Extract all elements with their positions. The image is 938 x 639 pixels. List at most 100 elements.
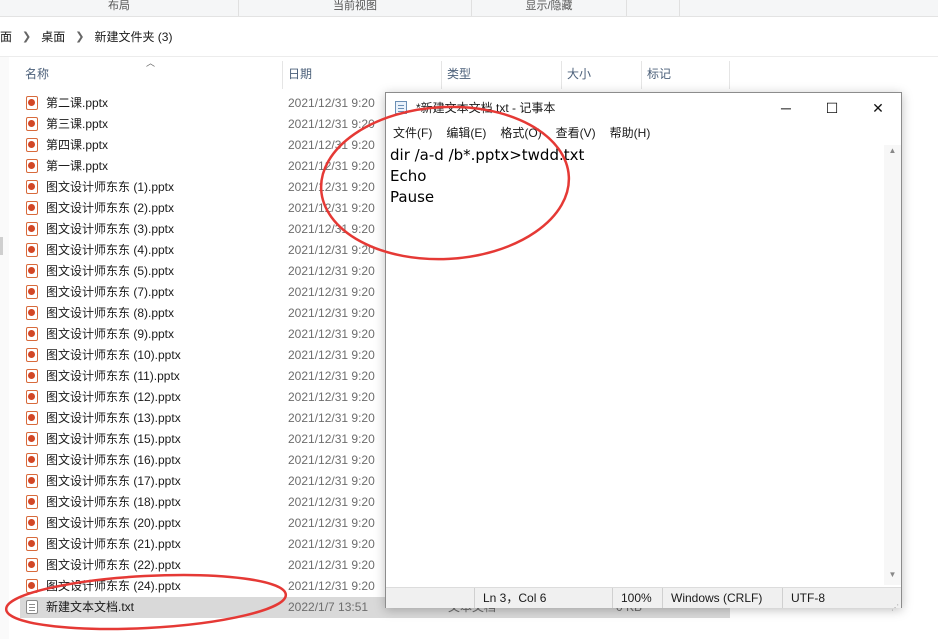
ribbon-group-current-view: 当前视图: [239, 0, 472, 16]
file-date: 2021/12/31 9:20: [288, 390, 375, 404]
file-name: 图文设计师东东 (21).pptx: [46, 537, 181, 551]
file-date: 2021/12/31 9:20: [288, 537, 375, 551]
powerpoint-file-icon: [26, 453, 38, 467]
file-date: 2021/12/31 9:20: [288, 264, 375, 278]
status-encoding: UTF-8: [782, 588, 901, 608]
file-name: 图文设计师东东 (8).pptx: [46, 306, 175, 320]
column-tags[interactable]: 标记: [642, 61, 730, 89]
powerpoint-file-icon: [26, 537, 38, 551]
powerpoint-file-icon: [26, 474, 38, 488]
breadcrumb-parent[interactable]: 面: [0, 28, 12, 45]
notepad-icon: [395, 101, 407, 114]
file-date: 2021/12/31 9:20: [288, 159, 375, 173]
file-date: 2021/12/31 9:20: [288, 432, 375, 446]
breadcrumb-desktop[interactable]: 桌面: [41, 28, 65, 45]
notepad-menu-bar: 文件(F) 编辑(E) 格式(O) 查看(V) 帮助(H): [386, 123, 901, 143]
powerpoint-file-icon: [26, 579, 38, 593]
file-name: 图文设计师东东 (1).pptx: [46, 180, 175, 194]
column-size[interactable]: 大小: [562, 61, 642, 89]
navigation-pane-marker: [0, 237, 3, 255]
notepad-status-bar: Ln 3，Col 6 100% Windows (CRLF) UTF-8 ⋰: [386, 587, 901, 612]
powerpoint-file-icon: [26, 138, 38, 152]
scroll-up-icon[interactable]: ▲: [884, 145, 901, 157]
status-cursor-position: Ln 3，Col 6: [474, 588, 612, 608]
resize-grip-icon[interactable]: ⋰: [891, 598, 899, 612]
file-date: 2021/12/31 9:20: [288, 306, 375, 320]
file-date: 2021/12/31 9:20: [288, 495, 375, 509]
file-date: 2021/12/31 9:20: [288, 453, 375, 467]
file-date: 2021/12/31 9:20: [288, 117, 375, 131]
ribbon-group-labels: 布局 当前视图 显示/隐藏: [0, 0, 938, 17]
minimize-button[interactable]: ─: [763, 93, 809, 123]
powerpoint-file-icon: [26, 432, 38, 446]
menu-edit[interactable]: 编辑(E): [439, 123, 493, 143]
file-name: 图文设计师东东 (17).pptx: [46, 474, 181, 488]
column-name[interactable]: 名称: [20, 61, 283, 89]
menu-format[interactable]: 格式(O): [493, 123, 548, 143]
powerpoint-file-icon: [26, 285, 38, 299]
menu-view[interactable]: 查看(V): [549, 123, 603, 143]
ribbon-group-show-hide: 显示/隐藏: [472, 0, 627, 16]
notepad-text-area[interactable]: dir /a-d /b*.pptx>twdd.txt Echo Pause: [390, 145, 884, 585]
chevron-right-icon[interactable]: ❯: [75, 30, 84, 43]
breadcrumb-current-folder[interactable]: 新建文件夹 (3): [94, 28, 172, 45]
column-type[interactable]: 类型: [442, 61, 562, 89]
powerpoint-file-icon: [26, 243, 38, 257]
file-name: 图文设计师东东 (13).pptx: [46, 411, 181, 425]
notepad-title-bar[interactable]: *新建文本文档.txt - 记事本 ─ ☐ ✕: [386, 93, 901, 123]
powerpoint-file-icon: [26, 117, 38, 131]
file-date: 2021/12/31 9:20: [288, 516, 375, 530]
file-date: 2021/12/31 9:20: [288, 285, 375, 299]
powerpoint-file-icon: [26, 390, 38, 404]
notepad-window: *新建文本文档.txt - 记事本 ─ ☐ ✕ 文件(F) 编辑(E) 格式(O…: [385, 92, 902, 612]
file-date: 2021/12/31 9:20: [288, 411, 375, 425]
chevron-right-icon[interactable]: ❯: [22, 30, 31, 43]
file-date: 2021/12/31 9:20: [288, 138, 375, 152]
file-name: 图文设计师东东 (9).pptx: [46, 327, 175, 341]
ribbon-group-extra: [627, 0, 680, 16]
scroll-down-icon[interactable]: ▼: [884, 569, 901, 581]
powerpoint-file-icon: [26, 411, 38, 425]
file-name: 新建文本文档.txt: [46, 600, 135, 614]
file-name: 图文设计师东东 (7).pptx: [46, 285, 175, 299]
file-name: 图文设计师东东 (5).pptx: [46, 264, 175, 278]
status-zoom: 100%: [612, 588, 662, 608]
powerpoint-file-icon: [26, 264, 38, 278]
file-name: 图文设计师东东 (3).pptx: [46, 222, 175, 236]
file-date: 2021/12/31 9:20: [288, 348, 375, 362]
column-header: 名称 日期 类型 大小 标记: [20, 61, 938, 89]
file-date: 2022/1/7 13:51: [288, 600, 369, 614]
file-name: 图文设计师东东 (10).pptx: [46, 348, 181, 362]
file-name: 第三课.pptx: [46, 117, 109, 131]
file-name: 第一课.pptx: [46, 159, 109, 173]
vertical-scrollbar[interactable]: ▲ ▼: [884, 145, 901, 585]
file-date: 2021/12/31 9:20: [288, 222, 375, 236]
file-date: 2021/12/31 9:20: [288, 369, 375, 383]
maximize-button[interactable]: ☐: [809, 93, 855, 123]
file-name: 图文设计师东东 (16).pptx: [46, 453, 181, 467]
powerpoint-file-icon: [26, 516, 38, 530]
file-name: 图文设计师东东 (11).pptx: [46, 369, 180, 383]
file-name: 图文设计师东东 (20).pptx: [46, 516, 181, 530]
menu-file[interactable]: 文件(F): [386, 123, 439, 143]
file-date: 2021/12/31 9:20: [288, 327, 375, 341]
menu-help[interactable]: 帮助(H): [603, 123, 658, 143]
notepad-title: *新建文本文档.txt - 记事本: [416, 101, 556, 115]
powerpoint-file-icon: [26, 558, 38, 572]
column-date[interactable]: 日期: [283, 61, 442, 89]
file-date: 2021/12/31 9:20: [288, 243, 375, 257]
powerpoint-file-icon: [26, 201, 38, 215]
file-name: 图文设计师东东 (2).pptx: [46, 201, 175, 215]
file-date: 2021/12/31 9:20: [288, 579, 375, 593]
file-date: 2021/12/31 9:20: [288, 96, 375, 110]
ribbon-group-layout: 布局: [0, 0, 239, 16]
powerpoint-file-icon: [26, 327, 38, 341]
powerpoint-file-icon: [26, 180, 38, 194]
address-bar[interactable]: 面 ❯ 桌面 ❯ 新建文件夹 (3): [0, 16, 938, 57]
powerpoint-file-icon: [26, 348, 38, 362]
file-name: 图文设计师东东 (24).pptx: [46, 579, 181, 593]
status-line-ending: Windows (CRLF): [662, 588, 782, 608]
navigation-pane-edge[interactable]: [0, 57, 9, 639]
close-button[interactable]: ✕: [855, 93, 901, 123]
file-date: 2021/12/31 9:20: [288, 180, 375, 194]
